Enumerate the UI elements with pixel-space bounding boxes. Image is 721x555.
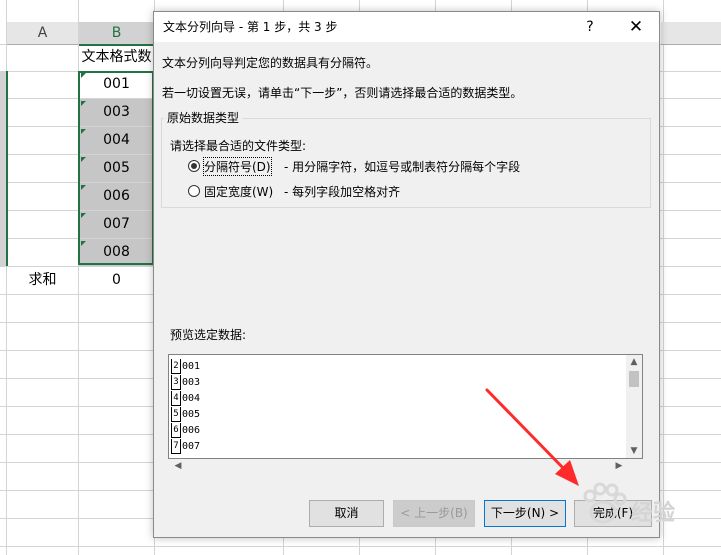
choose-file-type-label: 请选择最合适的文件类型:	[170, 139, 307, 153]
group-title: 原始数据类型	[164, 109, 243, 126]
paw-watermark-icon: 经验	[583, 482, 675, 526]
text-to-columns-dialog: 文本分列向导 - 第 1 步，共 3 步 ? ✕ 文本分列向导判定您的数据具有分…	[153, 11, 660, 538]
scroll-down-icon[interactable]: ▼	[626, 446, 642, 456]
fixed-width-option-desc: - 每列字段加空格对齐	[284, 185, 401, 199]
intro-text: 文本分列向导判定您的数据具有分隔符。	[162, 56, 379, 70]
cell-b2-header[interactable]: 文本格式数	[79, 44, 154, 71]
cell-b4[interactable]: 003	[79, 99, 154, 126]
preview-row: 3 003	[171, 375, 200, 391]
delimited-option-desc: - 用分隔字符，如逗号或制表符分隔每个字段	[284, 160, 521, 174]
preview-vertical-scrollbar[interactable]: ▲ ▼	[626, 355, 642, 458]
cell-b7[interactable]: 006	[79, 183, 154, 210]
cancel-button[interactable]: 取消	[309, 500, 384, 527]
column-header-a[interactable]: A	[7, 22, 78, 45]
column-header-b[interactable]: B	[79, 22, 154, 46]
fixed-width-radio[interactable]	[188, 185, 200, 197]
preview-row: 7 007	[171, 439, 200, 455]
fixed-width-option-label[interactable]: 固定宽度(W)	[204, 183, 273, 200]
back-button[interactable]: < 上一步(B)	[393, 500, 475, 527]
preview-row: 2 001	[171, 359, 200, 375]
watermark-text: 经验	[631, 500, 675, 526]
cell-b6[interactable]: 005	[79, 155, 154, 182]
next-button[interactable]: 下一步(N) >	[484, 500, 566, 527]
cell-b9[interactable]: 008	[79, 239, 154, 266]
cell-b5[interactable]: 004	[79, 127, 154, 154]
scroll-right-icon[interactable]: ▶	[611, 461, 627, 471]
help-button[interactable]: ?	[567, 12, 613, 42]
dialog-title: 文本分列向导 - 第 1 步，共 3 步	[163, 20, 338, 34]
delimited-option-label[interactable]: 分隔符号(D)	[203, 157, 272, 176]
cell-b3[interactable]: 001	[79, 71, 154, 98]
dialog-titlebar[interactable]: 文本分列向导 - 第 1 步，共 3 步 ? ✕	[154, 12, 659, 42]
preview-row: 4 004	[171, 391, 200, 407]
scroll-left-icon[interactable]: ◀	[170, 461, 186, 471]
cell-b8[interactable]: 007	[79, 211, 154, 238]
preview-label: 预览选定数据:	[170, 328, 247, 342]
scroll-up-icon[interactable]: ▲	[626, 357, 642, 367]
preview-box[interactable]: 2 001 3 003 4 004 5 005 6 006 7 007 ▲ ▼	[168, 354, 643, 459]
scroll-thumb[interactable]	[629, 371, 639, 387]
cell-b10-sum-value[interactable]: 0	[79, 267, 154, 294]
preview-row: 5 005	[171, 407, 200, 423]
preview-horizontal-scrollbar[interactable]: ◀ ▶	[168, 459, 643, 475]
close-button[interactable]: ✕	[613, 12, 659, 42]
cell-a10-sum-label[interactable]: 求和	[7, 267, 78, 294]
preview-row: 6 006	[171, 423, 200, 439]
instruction-text: 若一切设置无误，请单击“下一步”，否则请选择最合适的数据类型。	[162, 86, 523, 100]
row-header-selection[interactable]	[0, 71, 8, 266]
delimited-radio[interactable]	[188, 160, 200, 172]
